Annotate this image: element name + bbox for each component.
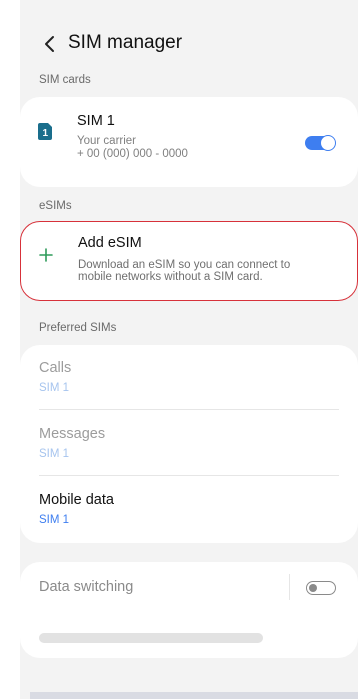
data-switching-card: Data switching: [20, 562, 358, 658]
sim1-card[interactable]: 1 SIM 1 Your carrier + 00 (000) 000 - 00…: [20, 97, 358, 187]
plus-icon: [39, 248, 53, 262]
preferred-messages-value: SIM 1: [39, 448, 70, 460]
preferred-calls-title: Calls: [39, 360, 72, 376]
preferred-mobile-data-row[interactable]: Mobile data SIM 1: [39, 492, 339, 552]
sim1-number: + 00 (000) 000 - 0000: [77, 148, 188, 160]
section-label-preferred-sims: Preferred SIMs: [39, 322, 117, 334]
app-header: SIM manager: [20, 30, 358, 58]
add-esim-description-line1: Download an eSIM so you can connect to: [78, 259, 291, 271]
phone-screen: SIM manager SIM cards 1 SIM 1 Your carri…: [20, 0, 358, 699]
navigation-bar: [30, 692, 358, 699]
sim1-toggle[interactable]: [305, 134, 336, 151]
add-esim-card[interactable]: Add eSIM Download an eSIM so you can con…: [20, 221, 358, 301]
toggle-knob: [320, 134, 336, 151]
page-title: SIM manager: [68, 32, 183, 53]
preferred-sims-card: Calls SIM 1 Messages SIM 1 Mobile data S…: [20, 345, 358, 543]
preferred-mobile-data-value: SIM 1: [39, 514, 70, 526]
svg-text:1: 1: [43, 128, 49, 139]
preferred-mobile-data-title: Mobile data: [39, 492, 114, 508]
toggle-knob: [309, 583, 317, 592]
preferred-messages-row[interactable]: Messages SIM 1: [39, 426, 339, 486]
add-esim-title: Add eSIM: [78, 235, 142, 251]
divider: [39, 409, 339, 410]
sim-card-icon: 1: [38, 123, 52, 140]
data-switching-title: Data switching: [39, 579, 134, 595]
divider: [39, 475, 339, 476]
chevron-left-icon[interactable]: [42, 35, 58, 53]
preferred-calls-row[interactable]: Calls SIM 1: [39, 360, 339, 420]
add-esim-description-line2: mobile networks without a SIM card.: [78, 271, 263, 283]
loading-placeholder-bar: [39, 633, 263, 643]
sim1-carrier: Your carrier: [77, 135, 137, 147]
preferred-messages-title: Messages: [39, 426, 106, 442]
preferred-calls-value: SIM 1: [39, 382, 70, 394]
vertical-divider: [289, 574, 290, 600]
data-switching-toggle[interactable]: [306, 581, 336, 595]
sim1-name: SIM 1: [77, 113, 115, 129]
section-label-sim-cards: SIM cards: [39, 74, 91, 86]
section-label-esims: eSIMs: [39, 200, 72, 212]
